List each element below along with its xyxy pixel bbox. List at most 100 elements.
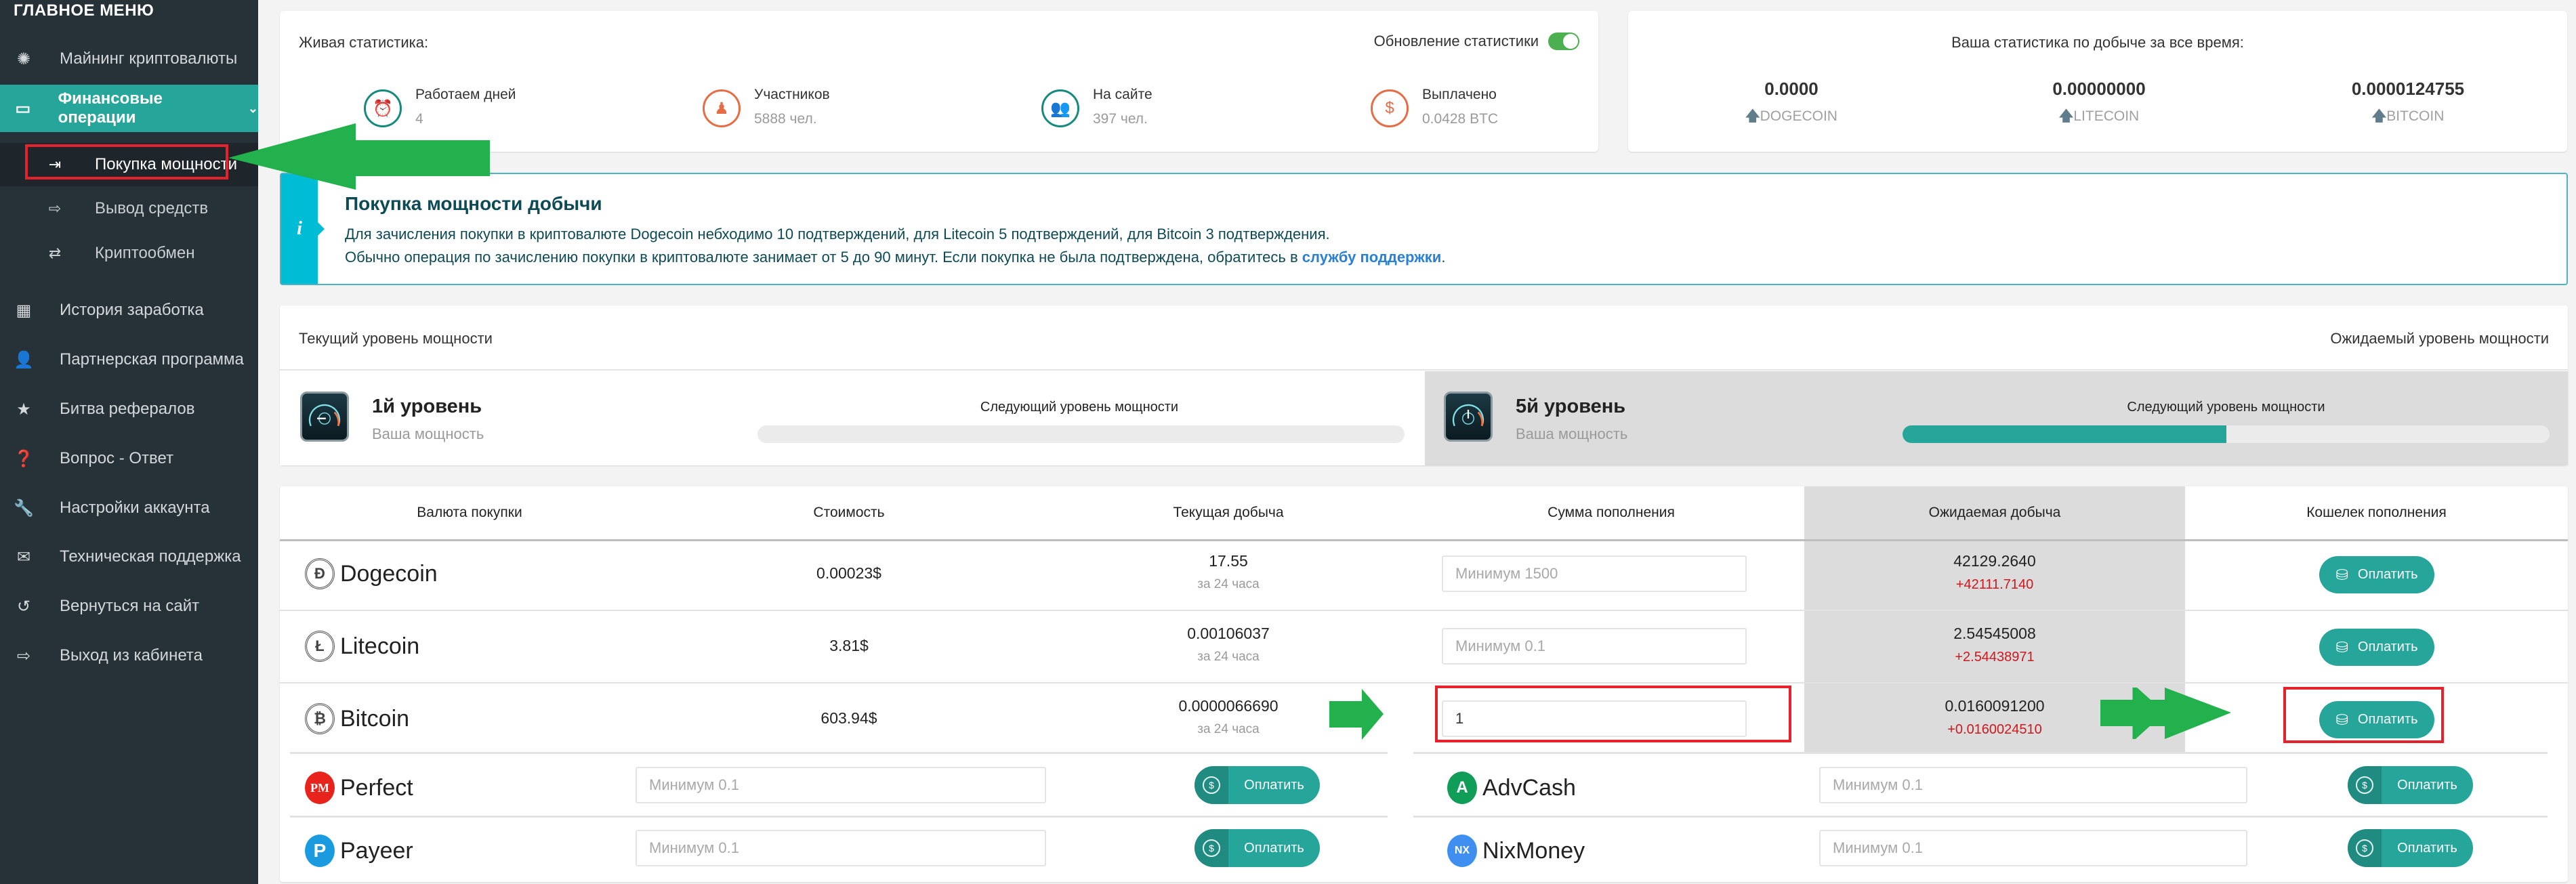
column-header: Валюта покупки bbox=[417, 505, 522, 520]
expected-mining: 2.54545008 +2.54438971 bbox=[1804, 625, 2185, 665]
pay-button-nixmoney[interactable]: $ Оплатить bbox=[2348, 829, 2473, 867]
speedometer-icon bbox=[1444, 392, 1493, 442]
users-icon: ♟ bbox=[703, 89, 741, 127]
power-level-card: Текущий уровень мощности Ожидаемый урове… bbox=[280, 306, 2568, 465]
pay-button-label: Оплатить bbox=[1244, 840, 1304, 856]
row-divider bbox=[290, 752, 1388, 754]
pay-button-dogecoin[interactable]: ⛁ Оплатить bbox=[2319, 556, 2434, 593]
mining-stat-label: BITCOIN bbox=[2386, 108, 2445, 124]
pay-button-litecoin[interactable]: ⛁ Оплатить bbox=[2319, 629, 2434, 666]
arrow-up-icon: 🡅 bbox=[2058, 108, 2074, 124]
nav-item-support[interactable]: ✉ Техническая поддержка bbox=[0, 533, 258, 581]
pay-button-advcash[interactable]: $ Оплатить bbox=[2348, 766, 2473, 804]
nav-item-partner[interactable]: 👤 Партнерская программа bbox=[0, 336, 258, 383]
nav-item-label: Финансовые операции bbox=[58, 89, 163, 127]
nav-item-label: Партнерская программа bbox=[60, 350, 244, 369]
nixmoney-logo: NX bbox=[1447, 835, 1477, 867]
coin-price: 603.94$ bbox=[820, 709, 877, 727]
amount-input-payeer[interactable] bbox=[636, 830, 1046, 866]
stat-label: Участников bbox=[754, 87, 830, 102]
column-header: Сумма пополнения bbox=[1547, 505, 1675, 520]
amount-input-perfect[interactable] bbox=[636, 767, 1046, 803]
mining-stat-label: LITECOIN bbox=[2073, 108, 2140, 124]
info-alert: i Покупка мощности добычи Для зачисления… bbox=[280, 173, 2568, 285]
period-label: за 24 часа bbox=[1197, 722, 1260, 736]
nav-item-label: Майнинг криптовалюты bbox=[60, 49, 238, 68]
amount-input-dogecoin[interactable] bbox=[1442, 555, 1747, 592]
progress-fill bbox=[1903, 425, 2226, 443]
coin-litecoin: Ł Litecoin bbox=[305, 631, 419, 662]
pay-button-label: Оплатить bbox=[2397, 840, 2457, 856]
stat-value: 0.0428 BTC bbox=[1422, 111, 1499, 127]
pay-button-bitcoin[interactable]: ⛁ Оплатить bbox=[2319, 701, 2434, 738]
nav-item-earnings-history[interactable]: ▦ История заработка bbox=[0, 287, 258, 334]
info-line-2: Обычно операция по зачислению покупки в … bbox=[345, 249, 1445, 266]
current-power-panel: 1й уровень Ваша мощность Следующий урове… bbox=[280, 371, 1425, 465]
speedometer-icon bbox=[300, 392, 349, 442]
pay-button-perfect[interactable]: $ Оплатить bbox=[1194, 766, 1320, 804]
pay-button-label: Оплатить bbox=[1244, 777, 1304, 793]
stats-update-toggle[interactable] bbox=[1548, 33, 1579, 50]
row-divider bbox=[1413, 752, 2548, 754]
live-stats-card: Живая статистика: Обновление статистики … bbox=[280, 11, 1598, 152]
database-icon: ⛁ bbox=[2335, 638, 2348, 656]
amount-input-advcash[interactable] bbox=[1819, 767, 2247, 803]
support-link[interactable]: службу поддержки bbox=[1302, 249, 1442, 266]
current-mining: 17.55 за 24 часа bbox=[1039, 552, 1418, 592]
info-line-2-suffix: . bbox=[1441, 249, 1446, 266]
submenu-item-exchange[interactable]: ⇄ Криптообмен bbox=[0, 232, 258, 275]
stat-value: 397 чел. bbox=[1093, 111, 1148, 127]
pay-button-label: Оплатить bbox=[2357, 712, 2418, 727]
submenu-item-label: Криптообмен bbox=[95, 244, 195, 262]
dollar-circle-icon: $ bbox=[2356, 776, 2373, 794]
mining-stat-label: DOGECOIN bbox=[1760, 108, 1837, 124]
current-mining: 0.0000066690 за 24 часа bbox=[1039, 697, 1418, 737]
payment-name: AdvCash bbox=[1482, 774, 1576, 801]
payment-nixmoney: NX NixMoney bbox=[1447, 835, 1585, 867]
row-divider bbox=[280, 610, 2568, 611]
purchase-table: Валюта покупки Стоимость Текущая добыча … bbox=[280, 486, 2568, 882]
database-icon: ⛁ bbox=[2335, 566, 2348, 583]
amount-input-litecoin[interactable] bbox=[1442, 628, 1747, 665]
mining-stat-value: 0.00000000 bbox=[2052, 79, 2146, 99]
nav-item-finance[interactable]: ▭ Финансовые операции ⌄ bbox=[0, 85, 258, 132]
expected-mining: 0.0160091200 +0.0160024510 bbox=[1804, 697, 2185, 738]
submenu-item-label: Покупка мощности bbox=[95, 155, 237, 173]
amount-input-nixmoney[interactable] bbox=[1819, 830, 2247, 866]
submenu-item-buy-power[interactable]: ⇥ Покупка мощности bbox=[0, 143, 258, 186]
info-line-1: Для зачисления покупки в криптовалюте Do… bbox=[345, 226, 1330, 243]
mining-stat-value: 0.0000124755 bbox=[2351, 79, 2465, 99]
submenu-item-withdraw[interactable]: ⇨ Вывод средств bbox=[0, 187, 258, 230]
aperture-icon: ✺ bbox=[16, 49, 31, 68]
stat-online: 👥 На сайте 397 чел. bbox=[1041, 84, 1152, 127]
row-divider bbox=[280, 682, 2568, 683]
nav-item-mining[interactable]: ✺ Майнинг криптовалюты bbox=[0, 35, 258, 83]
nav-item-label: Вернуться на сайт bbox=[60, 597, 200, 615]
people-icon: 👥 bbox=[1041, 89, 1079, 127]
logout-icon: ⇨ bbox=[16, 646, 31, 665]
expected-next-level-label: Следующий уровень мощности bbox=[2127, 400, 2325, 415]
current-level-name: 1й уровень bbox=[372, 396, 482, 417]
expected-progress-bar bbox=[1903, 425, 2550, 443]
advcash-logo: A bbox=[1447, 772, 1477, 804]
nav-item-back-to-site[interactable]: ↺ Вернуться на сайт bbox=[0, 583, 258, 630]
nav-item-label: Вопрос - Ответ bbox=[60, 449, 174, 467]
column-header: Стоимость bbox=[813, 505, 885, 520]
expected-mining-delta: +0.0160024510 bbox=[1947, 722, 2042, 737]
row-divider bbox=[290, 816, 1388, 818]
toggle-label: Обновление статистики bbox=[1373, 33, 1539, 49]
nav-item-logout[interactable]: ⇨ Выход из кабинета bbox=[0, 632, 258, 679]
payment-perfect: PM Perfect bbox=[305, 772, 413, 804]
mining-stat-dogecoin: 0.0000 🡅DOGECOIN bbox=[1690, 79, 1893, 130]
pay-button-payeer[interactable]: $ Оплатить bbox=[1194, 829, 1320, 867]
nav-item-referral-battle[interactable]: ★ Битва рефералов bbox=[0, 385, 258, 433]
nav-item-faq[interactable]: ❓ Вопрос - Ответ bbox=[0, 435, 258, 482]
amount-input-bitcoin[interactable] bbox=[1442, 700, 1747, 737]
current-progress-bar bbox=[757, 425, 1405, 443]
column-header: Ожидаемая добыча bbox=[1928, 505, 2061, 520]
chevron-down-icon: ⌄ bbox=[247, 101, 258, 115]
stat-value: 4 bbox=[415, 111, 423, 127]
expected-mining: 42129.2640 +42111.7140 bbox=[1804, 552, 2185, 593]
nav-item-settings[interactable]: 🔧 Настройки аккаунта bbox=[0, 484, 258, 532]
stat-paid: $ Выплачено 0.0428 BTC bbox=[1371, 84, 1498, 127]
